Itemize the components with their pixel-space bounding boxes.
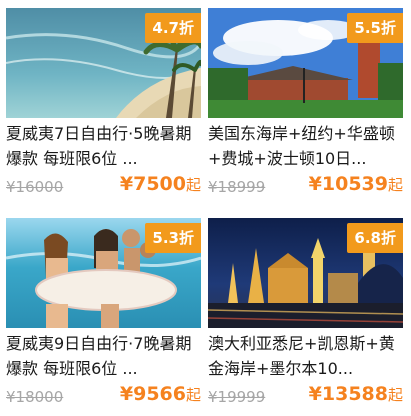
product-grid: 4.7折 夏威夷7日自由行·5晚暑期爆款 每班限6位 ... ¥16000 ¥7… [0,0,411,407]
product-card-hawaii-7day[interactable]: 4.7折 夏威夷7日自由行·5晚暑期爆款 每班限6位 ... ¥16000 ¥7… [6,8,201,206]
product-image-melbourne-night[interactable]: 6.8折 [208,218,403,328]
product-image-us-campus[interactable]: 5.5折 [208,8,403,118]
product-image-hawaii-beach[interactable]: 4.7折 [6,8,201,118]
original-price: ¥19999 [208,388,266,406]
discount-badge: 4.7折 [145,13,201,43]
sale-price-value: ¥13588 [308,383,388,405]
sale-price: ¥7500起 [120,173,201,195]
product-card-australia[interactable]: 6.8折 澳大利亚悉尼+凯恩斯+黄金海岸+墨尔本10... ¥19999 ¥13… [208,218,403,416]
product-image-hawaii-surfers[interactable]: 5.3折 [6,218,201,328]
discount-badge: 5.3折 [145,223,201,253]
original-price: ¥16000 [6,178,64,196]
price-suffix: 起 [387,176,403,194]
price-suffix: 起 [185,386,201,404]
product-title[interactable]: 夏威夷9日自由行·7晚暑期爆款 每班限6位 ... [6,331,201,381]
discount-badge: 5.5折 [347,13,403,43]
product-title[interactable]: 夏威夷7日自由行·5晚暑期爆款 每班限6位 ... [6,121,201,171]
product-card-us-east-coast[interactable]: 5.5折 美国东海岸+纽约+华盛顿+费城+波士顿10日... ¥18999 ¥1… [208,8,403,206]
original-price: ¥18000 [6,388,64,406]
sale-price-value: ¥10539 [308,173,388,195]
sale-price-value: ¥7500 [119,173,186,195]
sale-price: ¥10539起 [309,173,403,195]
product-card-hawaii-9day[interactable]: 5.3折 夏威夷9日自由行·7晚暑期爆款 每班限6位 ... ¥18000 ¥9… [6,218,201,416]
sale-price: ¥9566起 [120,383,201,405]
price-row: ¥18999 ¥10539起 [208,173,403,201]
price-suffix: 起 [387,386,403,404]
product-title[interactable]: 澳大利亚悉尼+凯恩斯+黄金海岸+墨尔本10... [208,331,403,381]
sale-price: ¥13588起 [309,383,403,405]
price-row: ¥16000 ¥7500起 [6,173,201,201]
original-price: ¥18999 [208,178,266,196]
discount-badge: 6.8折 [347,223,403,253]
product-title[interactable]: 美国东海岸+纽约+华盛顿+费城+波士顿10日... [208,121,403,171]
price-suffix: 起 [185,176,201,194]
sale-price-value: ¥9566 [119,383,186,405]
